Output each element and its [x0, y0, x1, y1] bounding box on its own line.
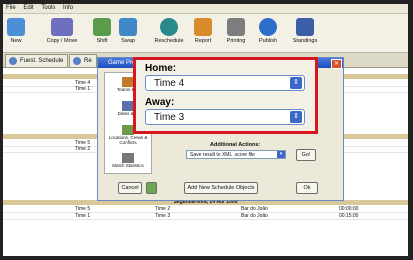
schedule-icon [9, 57, 17, 65]
app-window: File Edit Tools Info New Copy / Move Shi… [3, 4, 408, 256]
away-label: Away: [145, 97, 175, 108]
printing-icon [227, 18, 245, 36]
chevron-down-icon: ▾ [277, 151, 285, 158]
copy-move-icon [51, 18, 73, 36]
printing-button[interactable]: Printing [221, 16, 251, 50]
new-icon [7, 18, 25, 36]
tab-fuest-schedule[interactable]: Fuest. Schedule [5, 54, 69, 67]
reschedule-icon [160, 18, 178, 36]
new-button[interactable]: New [5, 16, 27, 50]
chevron-down-icon: ⇕ [290, 111, 302, 123]
publish-button[interactable]: Publish [253, 16, 283, 50]
shift-icon [93, 18, 111, 36]
tab-second[interactable]: Re [69, 54, 97, 67]
copy-move-button[interactable]: Copy / Move [41, 16, 83, 50]
report-button[interactable]: Report [189, 16, 217, 50]
menu-bar: File Edit Tools Info [3, 4, 408, 14]
chevron-down-icon: ⇕ [290, 77, 302, 89]
home-select[interactable]: Time 4 ⇕ [145, 75, 305, 91]
swap-button[interactable]: Swap [115, 16, 141, 50]
reschedule-button[interactable]: Reschedule [149, 16, 189, 50]
nav-match-statistics[interactable]: Match Statistics [105, 153, 151, 168]
shift-button[interactable]: Shift [89, 16, 115, 50]
menu-edit[interactable]: Edit [20, 4, 36, 13]
table-row[interactable]: Time 5 Time 2 Bar do João 00:00:00 [3, 206, 408, 213]
menu-file[interactable]: File [3, 4, 19, 13]
menu-info[interactable]: Info [60, 4, 76, 13]
close-icon[interactable]: ✕ [331, 59, 342, 69]
cancel-button[interactable]: Cancel [118, 182, 142, 194]
standings-button[interactable]: Standings [287, 16, 323, 50]
report-icon [194, 18, 212, 36]
standings-icon [296, 18, 314, 36]
action-select[interactable]: Save result to XML .score file ▾ [186, 150, 286, 159]
ok-button[interactable]: Ok [296, 182, 318, 194]
grid-icon[interactable] [146, 182, 157, 194]
home-away-panel: Home: Time 4 ⇕ Away: Time 3 ⇕ [133, 57, 318, 134]
add-schedule-objects-button[interactable]: Add New Schedule Objects [184, 182, 258, 194]
toolbar: New Copy / Move Shift Swap Reschedule Re… [3, 14, 408, 53]
publish-icon [259, 18, 277, 36]
additional-actions-label: Additional Actions: [210, 142, 261, 148]
statistics-icon [122, 153, 134, 163]
menu-tools[interactable]: Tools [38, 4, 58, 13]
table-row[interactable]: Time 1 Time 3 Bar do João 00:15:00 [3, 213, 408, 220]
away-select[interactable]: Time 3 ⇕ [145, 109, 305, 125]
home-label: Home: [145, 63, 177, 74]
tab-icon [73, 57, 81, 65]
go-button[interactable]: Go! [296, 149, 316, 161]
swap-icon [119, 18, 137, 36]
